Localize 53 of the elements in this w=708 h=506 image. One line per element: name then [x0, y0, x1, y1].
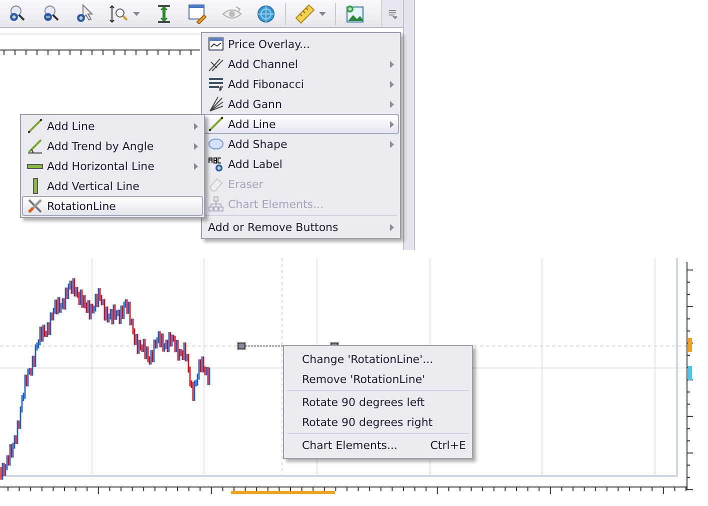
diagonal-line-icon — [27, 118, 43, 134]
submenu-arrow-icon — [194, 142, 198, 150]
menu-item[interactable]: Chart Elements... Ctrl+E — [285, 435, 471, 455]
submenu-arrow-icon — [390, 140, 394, 148]
menu-item[interactable]: Remove 'RotationLine' — [285, 369, 471, 389]
price-marker — [688, 366, 692, 380]
tools-icon — [27, 198, 43, 214]
menu-item[interactable]: Add Fibonacci — [203, 74, 399, 94]
menu-item[interactable]: Add Line — [203, 114, 399, 134]
fan-lines-icon — [208, 96, 224, 112]
submenu-arrow-icon — [194, 162, 198, 170]
toolbar-options-button[interactable] — [381, 0, 403, 27]
cursor-zoom-icon — [75, 4, 95, 24]
ruler-icon — [295, 4, 315, 24]
image-add-icon — [345, 4, 365, 24]
menu-item[interactable]: Add Trend by Angle — [22, 136, 203, 156]
diagonal-line-icon — [208, 116, 224, 132]
submenu-arrow-icon — [390, 224, 394, 230]
menu-item[interactable]: Add Horizontal Line — [22, 156, 203, 176]
menu-item[interactable]: Rotate 90 degrees right — [285, 412, 471, 432]
text-add-icon — [208, 156, 224, 172]
menu-item[interactable]: Change 'RotationLine'... — [285, 349, 471, 369]
menu-item[interactable]: Add Vertical Line — [22, 176, 203, 196]
submenu-arrow-icon — [390, 120, 394, 128]
window-chart-icon — [208, 36, 224, 52]
menu-item[interactable]: Price Overlay... — [203, 34, 399, 54]
price-marker — [688, 338, 692, 352]
menu-item[interactable]: Add Shape — [203, 134, 399, 154]
fibonacci-icon — [208, 76, 224, 92]
overflow-icon — [388, 8, 397, 18]
parallel-lines-icon — [208, 56, 224, 72]
zoom-range-icon — [109, 4, 129, 24]
ellipse-icon — [208, 136, 224, 152]
zoom-out-icon — [41, 4, 61, 24]
eraser-icon — [208, 176, 224, 192]
menu-item[interactable]: Add Label — [203, 154, 399, 174]
caret-icon — [319, 12, 326, 16]
menu-item[interactable]: Add Line — [22, 116, 203, 136]
menu-item[interactable]: Rotate 90 degrees left — [285, 392, 471, 412]
submenu-arrow-icon — [390, 100, 394, 108]
submenu-arrow-icon — [390, 80, 394, 88]
globe-icon — [256, 4, 276, 24]
menu-item[interactable]: RotationLine — [22, 196, 203, 216]
menu-item[interactable]: Add or Remove Buttons — [203, 217, 399, 237]
submenu-arrow-icon — [194, 122, 198, 130]
hierarchy-icon — [208, 196, 224, 212]
window-pencil-icon — [188, 4, 208, 24]
angle-line-icon — [27, 138, 43, 154]
menu-item[interactable]: Add Channel — [203, 54, 399, 74]
submenu-arrow-icon — [390, 60, 394, 68]
zoom-in-icon — [7, 4, 27, 24]
caret-icon — [133, 12, 140, 16]
menu-item[interactable]: Add Gann — [203, 94, 399, 114]
